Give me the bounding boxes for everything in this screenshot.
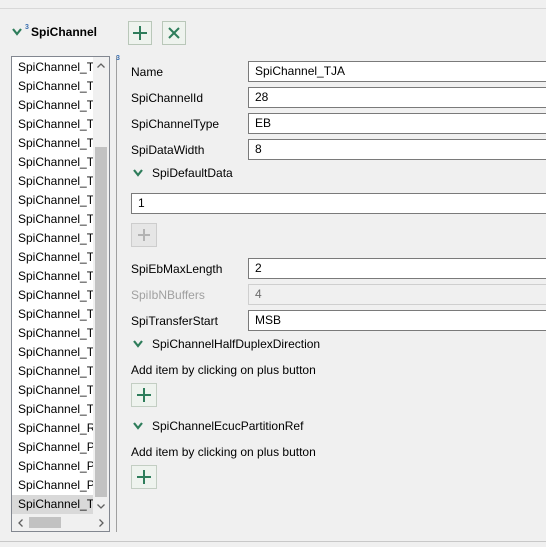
close-icon — [168, 27, 180, 39]
scroll-down-icon[interactable] — [93, 498, 109, 515]
header-badge: 3 — [25, 24, 29, 31]
chevron-down-icon[interactable] — [131, 420, 145, 432]
list-item[interactable]: SpiChannel_Tx — [12, 191, 94, 210]
chevron-down-icon[interactable] — [131, 338, 145, 350]
transfer-start-field[interactable]: MSB — [248, 310, 546, 331]
list-item[interactable]: SpiChannel_Tx — [12, 400, 94, 419]
add-half-duplex-button[interactable] — [131, 383, 157, 407]
chevron-down-icon[interactable] — [131, 167, 145, 179]
eb-max-length-field[interactable]: 2 — [248, 258, 546, 279]
list-item[interactable]: SpiChannel_Tx — [12, 229, 94, 248]
list-item[interactable]: SpiChannel_Tx — [12, 362, 94, 381]
list-item[interactable]: SpiChannel_TJA — [12, 495, 94, 514]
channel-id-label: SpiChannelId — [131, 91, 204, 105]
scroll-left-icon[interactable] — [12, 514, 28, 531]
bottom-divider — [0, 541, 546, 542]
list-item[interactable]: SpiChannel_Tx — [12, 324, 94, 343]
channel-type-field[interactable]: EB — [248, 113, 546, 134]
list-item[interactable]: SpiChannel_PS — [12, 457, 94, 476]
plus-icon — [137, 388, 151, 402]
add-default-data-button[interactable] — [131, 223, 157, 247]
name-field[interactable]: SpiChannel_TJA — [248, 61, 546, 82]
add-ecuc-partition-button[interactable] — [131, 465, 157, 489]
half-duplex-section[interactable]: SpiChannelHalfDuplexDirection — [131, 336, 320, 352]
channel-type-label: SpiChannelType — [131, 117, 220, 131]
list-item[interactable]: SpiChannel_Tx — [12, 58, 94, 77]
list-item[interactable]: SpiChannel_Tx — [12, 77, 94, 96]
list-item[interactable]: SpiChannel_Tx — [12, 267, 94, 286]
list-item[interactable]: SpiChannel_Tx — [12, 343, 94, 362]
list-item[interactable]: SpiChannel_Tx — [12, 248, 94, 267]
delete-button[interactable] — [162, 21, 186, 45]
add-button[interactable] — [128, 21, 152, 45]
horizontal-scroll-thumb[interactable] — [29, 517, 61, 528]
list-item[interactable]: SpiChannel_Tx — [12, 96, 94, 115]
scroll-up-icon[interactable] — [93, 57, 109, 74]
list-item[interactable]: SpiChannel_Tx — [12, 172, 94, 191]
data-width-label: SpiDataWidth — [131, 143, 205, 157]
default-data-field[interactable]: 1 — [131, 193, 546, 214]
ib-n-buffers-label: SpiIbNBuffers — [131, 288, 205, 302]
list-item[interactable]: SpiChannel_Tx — [12, 210, 94, 229]
plus-icon — [133, 26, 147, 40]
channel-list-items: SpiChannel_Tx SpiChannel_Tx SpiChannel_Tx S… — [12, 58, 94, 514]
top-divider — [0, 8, 546, 9]
half-duplex-section-label: SpiChannelHalfDuplexDirection — [152, 337, 321, 351]
horizontal-scrollbar[interactable] — [12, 514, 109, 531]
vertical-scrollbar[interactable] — [93, 57, 109, 515]
scroll-right-icon[interactable] — [93, 514, 109, 531]
list-item[interactable]: SpiChannel_Tx — [12, 305, 94, 324]
ib-n-buffers-field: 4 — [248, 284, 546, 305]
plus-icon — [137, 470, 151, 484]
vertical-scroll-thumb[interactable] — [95, 147, 107, 497]
collapse-chevron-icon[interactable] — [11, 26, 23, 38]
ecuc-partition-hint: Add item by clicking on plus button — [131, 445, 316, 459]
list-item[interactable]: SpiChannel_Tx — [12, 115, 94, 134]
plus-icon — [138, 229, 150, 241]
channel-id-field[interactable]: 28 — [248, 87, 546, 108]
list-item[interactable]: SpiChannel_PS — [12, 476, 94, 495]
ecuc-partition-section[interactable]: SpiChannelEcucPartitionRef — [131, 418, 303, 434]
data-width-field[interactable]: 8 — [248, 139, 546, 160]
list-item[interactable]: SpiChannel_Rx — [12, 419, 94, 438]
list-item[interactable]: SpiChannel_Tx — [12, 153, 94, 172]
default-data-section[interactable]: SpiDefaultData — [131, 165, 233, 181]
eb-max-length-label: SpiEbMaxLength — [131, 262, 223, 276]
channel-list[interactable]: SpiChannel_Tx SpiChannel_Tx SpiChannel_Tx S… — [11, 56, 110, 532]
list-item[interactable]: SpiChannel_Tx — [12, 134, 94, 153]
list-item[interactable]: SpiChannel_Tx — [12, 286, 94, 305]
list-item[interactable]: SpiChannel_Tx — [12, 381, 94, 400]
default-data-section-label: SpiDefaultData — [152, 166, 233, 180]
ecuc-partition-section-label: SpiChannelEcucPartitionRef — [152, 419, 304, 433]
section-title: SpiChannel — [31, 25, 98, 39]
half-duplex-hint: Add item by clicking on plus button — [131, 363, 316, 377]
splitter-badge: 3 — [116, 55, 120, 62]
pane-splitter[interactable] — [116, 56, 117, 532]
list-item[interactable]: SpiChannel_PS — [12, 438, 94, 457]
transfer-start-label: SpiTransferStart — [131, 314, 218, 328]
name-label: Name — [131, 65, 164, 79]
